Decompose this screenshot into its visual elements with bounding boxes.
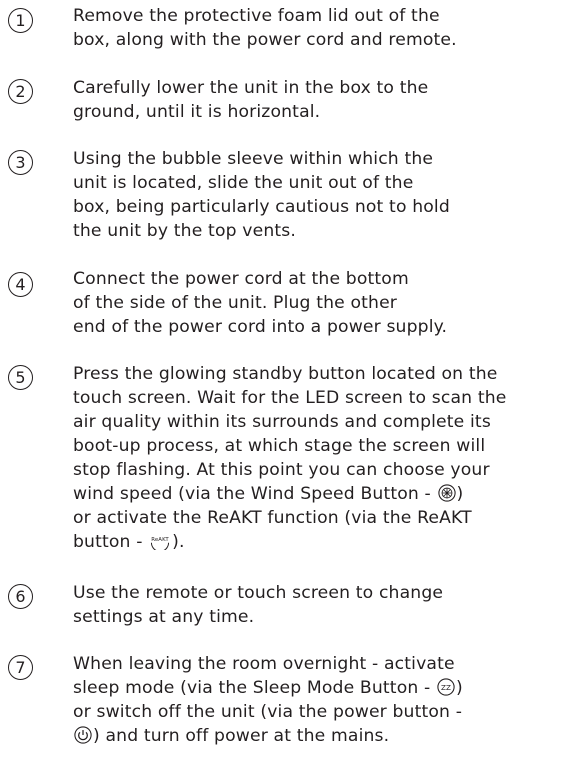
step-5-text-a: Press the glowing standby button located… xyxy=(73,364,507,504)
step-7-text-c: ) and turn off power at the mains. xyxy=(93,726,390,746)
power-icon xyxy=(74,726,92,744)
step-text-6: Use the remote or touch screen to change… xyxy=(73,583,444,627)
sleep-icon: ZZ xyxy=(437,678,455,696)
step-number-3: 3 xyxy=(8,150,33,175)
step-number-5: 5 xyxy=(8,365,33,390)
step-7-text-a: When leaving the room overnight - activa… xyxy=(73,654,455,698)
step-text-7: When leaving the room overnight - activa… xyxy=(73,652,573,748)
step-number-6: 6 xyxy=(8,584,33,609)
step-number-7: 7 xyxy=(8,655,33,680)
step-number-2: 2 xyxy=(8,79,33,104)
step-number-4: 4 xyxy=(8,272,33,297)
reakt-icon: ReAKT xyxy=(151,537,169,550)
step-5-text-c: ). xyxy=(172,532,185,552)
reakt-icon-label: ReAKT xyxy=(151,537,169,543)
step-text-3: Using the bubble sleeve within which the… xyxy=(73,149,450,241)
step-text-2: Carefully lower the unit in the box to t… xyxy=(73,78,429,122)
sleep-icon-label: ZZ xyxy=(441,683,451,692)
step-text-5: Press the glowing standby button located… xyxy=(73,362,573,554)
step-number-1: 1 xyxy=(8,8,33,33)
fan-icon xyxy=(437,484,456,502)
step-text-4: Connect the power cord at the bottom of … xyxy=(73,269,448,337)
step-text-1: Remove the protective foam lid out of th… xyxy=(73,6,457,50)
